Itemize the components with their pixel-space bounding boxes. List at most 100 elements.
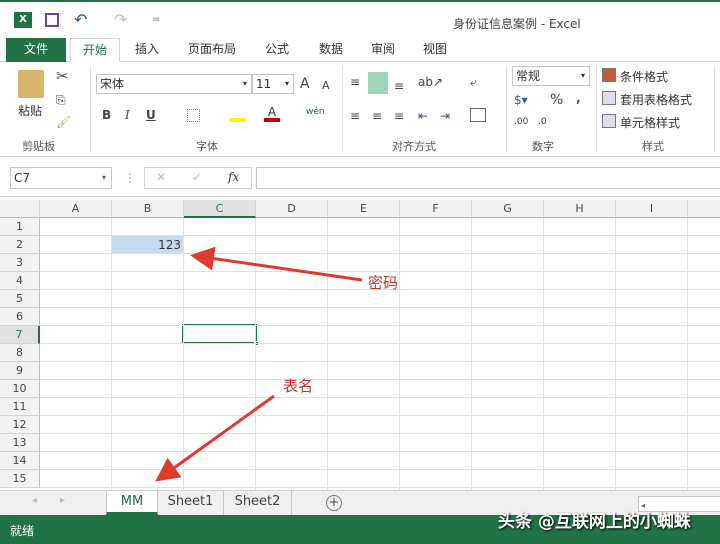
fill-color-icon[interactable] [229,108,245,122]
row-header-12[interactable]: 12 [0,416,40,434]
orientation-icon[interactable]: ab↗ [418,74,443,90]
gridline [111,218,112,490]
sheet-tab-sheet2[interactable]: Sheet2 [224,491,292,515]
increase-indent-icon[interactable]: ⇥ [440,108,450,124]
row-header-2[interactable]: 2 [0,236,40,254]
row-header-11[interactable]: 11 [0,398,40,416]
undo-icon[interactable]: ↶ [74,10,87,29]
column-header-g[interactable]: G [472,200,544,218]
worksheet-grid[interactable]: 123 A B C D E F G H I 1 2 3 4 5 6 7 8 9 10 11 12 13 14 15 [0,200,720,490]
shrink-font-icon[interactable]: A [322,78,330,94]
row-header-3[interactable]: 3 [0,254,40,272]
format-as-table-button[interactable]: 套用表格格式 [620,91,692,108]
tab-view[interactable]: 视图 [412,38,458,62]
row-header-9[interactable]: 9 [0,362,40,380]
row-header-1[interactable]: 1 [0,218,40,236]
gridline [40,415,720,416]
row-header-8[interactable]: 8 [0,344,40,362]
gridline [40,397,720,398]
column-header-d[interactable]: D [256,200,328,218]
insert-function-icon[interactable]: fx [228,170,239,184]
column-header-f[interactable]: F [400,200,472,218]
italic-button[interactable]: I [125,107,130,123]
tab-formulas[interactable]: 公式 [254,38,300,62]
comma-button[interactable]: , [576,90,581,106]
column-header-b[interactable]: B [112,200,184,218]
percent-button[interactable]: % [550,92,563,108]
add-sheet-button[interactable]: + [326,495,342,511]
name-box[interactable]: C7 ▾ [10,167,112,189]
increase-decimal-icon[interactable]: .00 [514,114,528,130]
paste-icon[interactable] [18,70,44,98]
row-header-15[interactable]: 15 [0,470,40,488]
tab-page-layout[interactable]: 页面布局 [180,38,244,62]
formula-input[interactable] [256,167,720,189]
select-all-corner[interactable] [0,200,40,218]
watermark: 头条 @互联网上的小蜘蛛 [498,512,691,532]
cut-icon[interactable]: ✂ [56,68,69,84]
paste-button[interactable]: 粘贴 [18,102,42,119]
sheet-tab-mm[interactable]: MM [106,491,158,515]
align-left-icon[interactable]: ≡ [350,108,360,124]
font-size-select[interactable]: 11 ▾ [252,74,294,94]
align-right-icon[interactable]: ≡ [394,108,404,124]
tab-data[interactable]: 数据 [308,38,354,62]
scroll-right-icon[interactable]: ▸ [60,495,65,506]
tab-review[interactable]: 审阅 [360,38,406,62]
column-header-i[interactable]: I [616,200,688,218]
conditional-format-button[interactable]: 条件格式 [620,68,668,85]
group-label-styles: 样式 [642,140,664,153]
sheet-tab-sheet1[interactable]: Sheet1 [158,491,224,515]
font-name-select[interactable]: 宋体 ▾ [96,74,252,94]
row-header-13[interactable]: 13 [0,434,40,452]
tab-insert[interactable]: 插入 [124,38,170,62]
row-header-14[interactable]: 14 [0,452,40,470]
underline-button[interactable]: U [146,107,156,123]
gridline [40,433,720,434]
row-header-6[interactable]: 6 [0,308,40,326]
column-header-j[interactable] [688,200,720,218]
align-middle-icon[interactable] [368,72,388,94]
format-painter-icon[interactable]: 🖌 [56,114,71,130]
row-header-5[interactable]: 5 [0,290,40,308]
enter-icon[interactable]: ✓ [192,170,202,184]
tab-file[interactable]: 文件 [6,38,66,62]
column-header-c[interactable]: C [184,200,256,218]
tab-home[interactable]: 开始 [70,38,120,63]
copy-icon[interactable]: ⎘ [56,92,66,108]
decrease-indent-icon[interactable]: ⇤ [418,108,428,124]
font-color-icon[interactable]: A [264,106,280,122]
group-label-alignment: 对齐方式 [392,140,436,153]
phonetic-icon[interactable]: wén [306,104,325,120]
active-cell-c7[interactable] [182,324,257,344]
accounting-format-icon[interactable]: $▾ [514,92,528,108]
cell-styles-button[interactable]: 单元格样式 [620,114,680,131]
wrap-text-icon[interactable]: ⤶ [470,74,477,90]
column-header-h[interactable]: H [544,200,616,218]
save-icon[interactable] [45,13,59,27]
decrease-decimal-icon[interactable]: .0 [538,114,547,130]
row-header-10[interactable]: 10 [0,380,40,398]
number-format-select[interactable]: 常规 ▾ [512,66,590,86]
align-top-icon[interactable]: ≡ [350,74,360,90]
gridline [687,218,688,490]
name-box-value: C7 [14,171,31,185]
align-bottom-icon[interactable]: ≡ [394,78,404,94]
redo-icon[interactable]: ↷ [114,10,127,29]
borders-icon[interactable] [187,109,200,122]
grow-font-icon[interactable]: A [300,76,310,92]
align-center-icon[interactable]: ≡ [372,108,382,124]
status-text: 就绪 [10,524,35,538]
gridline [40,325,720,326]
row-header-4[interactable]: 4 [0,272,40,290]
cancel-icon[interactable]: ✕ [156,170,166,184]
column-header-a[interactable]: A [40,200,112,218]
bold-button[interactable]: B [102,107,111,123]
cell-b2[interactable]: 123 [112,236,184,254]
row-header-7[interactable]: 7 [0,326,40,344]
gridline [543,218,544,490]
merge-center-icon[interactable] [470,108,486,122]
customize-toolbar-icon[interactable]: = [152,14,160,25]
column-header-e[interactable]: E [328,200,400,218]
scroll-left-icon[interactable]: ◂ [32,495,37,506]
